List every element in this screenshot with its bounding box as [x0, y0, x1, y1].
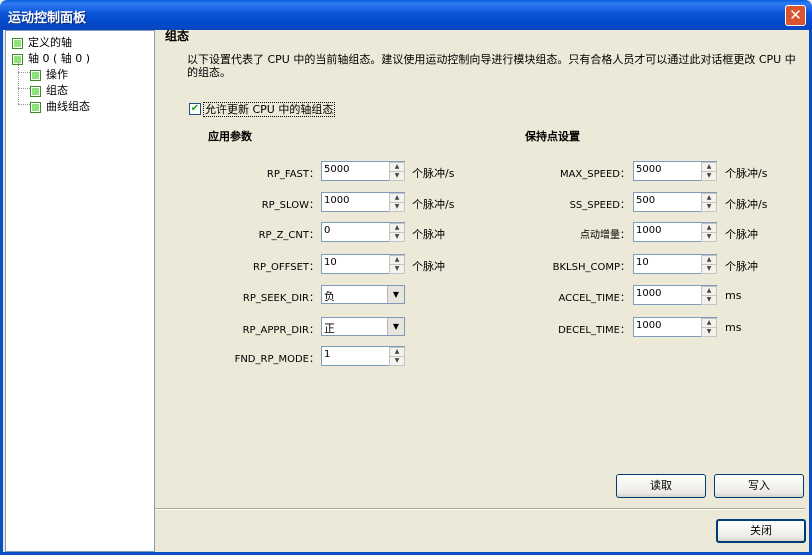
- ss-speed-unit: 个脉冲/s: [725, 198, 768, 211]
- rp-appr-dir-select[interactable]: 正 ▼: [321, 317, 405, 336]
- hold-params-title: 保持点设置: [525, 130, 580, 143]
- tree-connector: [18, 104, 30, 105]
- rp-seek-dir-select[interactable]: 负 ▼: [321, 285, 405, 304]
- rp-slow-label: RP_SLOW：: [261, 200, 319, 211]
- tree-item-label: 定义的轴: [28, 36, 72, 49]
- tree-connector: [18, 88, 30, 89]
- fnd-rp-mode-label: FND_RP_MODE：: [234, 354, 319, 365]
- max-speed-unit: 个脉冲/s: [725, 167, 768, 180]
- spin-down-icon[interactable]: ▼: [701, 232, 717, 242]
- spin-down-icon[interactable]: ▼: [701, 295, 717, 305]
- tree-item-label: 组态: [46, 84, 68, 97]
- ss-speed-label: SS_SPEED：: [569, 200, 630, 211]
- tree-node-icon: [30, 101, 41, 113]
- max-speed-label: MAX_SPEED：: [559, 169, 630, 180]
- rp-slow-value[interactable]: 1000: [324, 195, 349, 206]
- tree-item-label: 轴 0 ( 轴 0 ): [28, 52, 91, 65]
- max-speed-value[interactable]: 5000: [636, 164, 661, 175]
- rp-offset-stepper[interactable]: 10 ▲ ▼: [321, 254, 405, 274]
- decel-time-value[interactable]: 1000: [636, 320, 661, 331]
- accel-time-stepper[interactable]: 1000 ▲ ▼: [633, 285, 717, 305]
- max-speed-stepper[interactable]: 5000 ▲ ▼: [633, 161, 717, 181]
- spin-down-icon[interactable]: ▼: [701, 264, 717, 274]
- allow-update-checkbox-row[interactable]: ✔ 允许更新 CPU 中的轴组态: [189, 101, 336, 117]
- jog-increment-unit: 个脉冲: [725, 228, 758, 241]
- config-panel: 组态 以下设置代表了 CPU 中的当前轴组态。建议使用运动控制向导进行模块组态。…: [155, 29, 809, 552]
- tree-item-defined-axes[interactable]: 定义的轴: [12, 34, 72, 49]
- section-title: 组态: [165, 29, 190, 43]
- rp-fast-unit: 个脉冲/s: [412, 167, 455, 180]
- window-frame: 定义的轴 轴 0 ( 轴 0 ) 操作 组态 曲线组态 组态 以下设置代表了 C…: [0, 29, 812, 555]
- decel-time-stepper[interactable]: 1000 ▲ ▼: [633, 317, 717, 337]
- rp-seek-dir-label: RP_SEEK_DIR：: [242, 293, 319, 304]
- spin-down-icon[interactable]: ▼: [389, 264, 405, 274]
- allow-update-checkbox[interactable]: ✔: [189, 103, 201, 115]
- nav-tree: 定义的轴 轴 0 ( 轴 0 ) 操作 组态 曲线组态: [5, 30, 155, 552]
- app-params-title: 应用参数: [208, 130, 252, 143]
- rp-offset-unit: 个脉冲: [412, 260, 445, 273]
- allow-update-label: 允许更新 CPU 中的轴组态: [203, 102, 336, 117]
- spin-down-icon[interactable]: ▼: [389, 202, 405, 212]
- description-text: 以下设置代表了 CPU 中的当前轴组态。建议使用运动控制向导进行模块组态。只有合…: [187, 53, 796, 79]
- jog-increment-label: 点动增量：: [580, 230, 630, 241]
- rp-appr-dir-label: RP_APPR_DIR：: [242, 325, 319, 336]
- rp-offset-value[interactable]: 10: [324, 257, 337, 268]
- tree-node-icon: [12, 37, 23, 49]
- tree-item-configuration[interactable]: 组态: [30, 82, 68, 97]
- tree-connector: [18, 63, 19, 104]
- rp-fast-label: RP_FAST：: [266, 169, 319, 180]
- rp-z-cnt-value[interactable]: 0: [324, 225, 330, 236]
- tree-item-axis0[interactable]: 轴 0 ( 轴 0 ): [12, 50, 91, 65]
- ss-speed-stepper[interactable]: 500 ▲ ▼: [633, 192, 717, 212]
- write-button[interactable]: 写入: [714, 474, 804, 498]
- rp-fast-value[interactable]: 5000: [324, 164, 349, 175]
- rp-slow-unit: 个脉冲/s: [412, 198, 455, 211]
- tree-item-label: 操作: [46, 68, 68, 81]
- jog-increment-value[interactable]: 1000: [636, 225, 661, 236]
- bklsh-comp-stepper[interactable]: 10 ▲ ▼: [633, 254, 717, 274]
- close-icon[interactable]: ✕: [785, 5, 806, 26]
- spin-down-icon[interactable]: ▼: [701, 327, 717, 337]
- tree-node-icon: [30, 69, 41, 81]
- rp-z-cnt-stepper[interactable]: 0 ▲ ▼: [321, 222, 405, 242]
- tree-item-profile[interactable]: 曲线组态: [30, 98, 90, 113]
- bklsh-comp-value[interactable]: 10: [636, 257, 649, 268]
- decel-time-unit: ms: [725, 321, 742, 334]
- spin-down-icon[interactable]: ▼: [389, 356, 405, 366]
- accel-time-unit: ms: [725, 289, 742, 302]
- accel-time-value[interactable]: 1000: [636, 288, 661, 299]
- decel-time-label: DECEL_TIME：: [558, 325, 630, 336]
- rp-seek-dir-value: 负: [324, 290, 335, 303]
- fnd-rp-mode-value[interactable]: 1: [324, 349, 330, 360]
- spin-down-icon[interactable]: ▼: [389, 232, 405, 242]
- accel-time-label: ACCEL_TIME：: [558, 293, 630, 304]
- bklsh-comp-label: BKLSH_COMP：: [552, 262, 630, 273]
- tree-connector: [18, 72, 30, 73]
- bklsh-comp-unit: 个脉冲: [725, 260, 758, 273]
- tree-node-icon: [30, 85, 41, 97]
- spin-down-icon[interactable]: ▼: [701, 171, 717, 181]
- spin-down-icon[interactable]: ▼: [701, 202, 717, 212]
- rp-slow-stepper[interactable]: 1000 ▲ ▼: [321, 192, 405, 212]
- ss-speed-value[interactable]: 500: [636, 195, 655, 206]
- fnd-rp-mode-stepper[interactable]: 1 ▲ ▼: [321, 346, 405, 366]
- divider: [155, 508, 805, 510]
- close-button[interactable]: 关闭: [716, 519, 806, 543]
- spin-down-icon[interactable]: ▼: [389, 171, 405, 181]
- rp-z-cnt-unit: 个脉冲: [412, 228, 445, 241]
- title-bar[interactable]: 运动控制面板 ✕: [0, 0, 812, 30]
- rp-offset-label: RP_OFFSET：: [253, 262, 319, 273]
- rp-appr-dir-value: 正: [324, 322, 335, 335]
- read-button[interactable]: 读取: [616, 474, 706, 498]
- window-title: 运动控制面板: [8, 11, 87, 26]
- tree-item-label: 曲线组态: [46, 100, 90, 113]
- jog-increment-stepper[interactable]: 1000 ▲ ▼: [633, 222, 717, 242]
- rp-fast-stepper[interactable]: 5000 ▲ ▼: [321, 161, 405, 181]
- tree-item-operation[interactable]: 操作: [30, 66, 68, 81]
- chevron-down-icon[interactable]: ▼: [387, 286, 404, 303]
- rp-z-cnt-label: RP_Z_CNT：: [258, 230, 319, 241]
- chevron-down-icon[interactable]: ▼: [387, 318, 404, 335]
